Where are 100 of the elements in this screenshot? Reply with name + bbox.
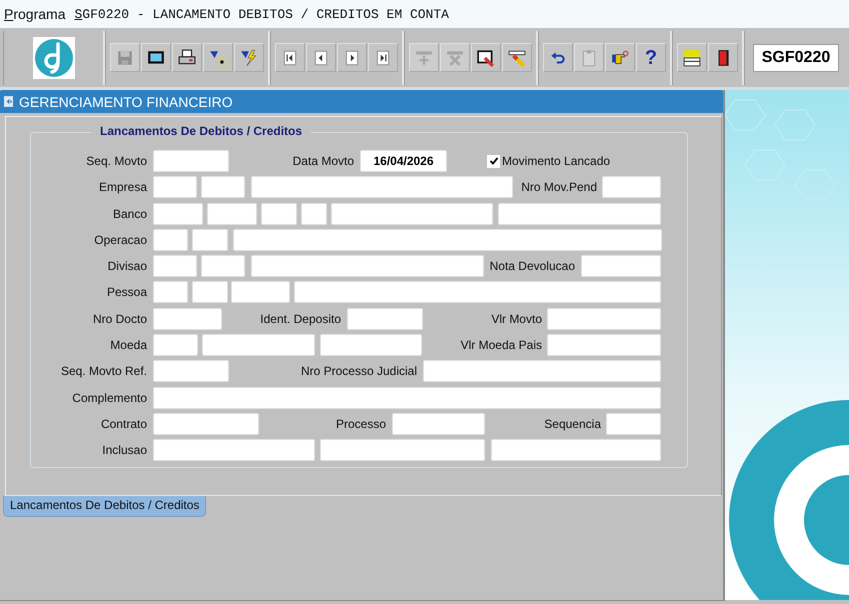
new-button[interactable] (677, 43, 707, 72)
last-icon (374, 48, 392, 66)
input-field[interactable] (602, 176, 661, 198)
query-button[interactable] (203, 43, 233, 72)
input-field[interactable] (192, 228, 228, 251)
input-field[interactable] (581, 255, 661, 278)
input-field[interactable] (301, 202, 327, 225)
help-button[interactable]: ? (636, 43, 666, 72)
window-icon (147, 48, 165, 66)
input-field[interactable] (251, 176, 513, 198)
prev-icon (312, 48, 330, 66)
window-icon (4, 96, 13, 107)
field-label: Nota Devolucao (488, 259, 575, 274)
input-field[interactable] (331, 202, 493, 225)
input-field[interactable] (201, 176, 245, 198)
input-field[interactable] (392, 412, 485, 435)
field-label: Operacao (93, 232, 147, 247)
checkbox[interactable] (487, 154, 500, 168)
program-code-field: SGF0220 (753, 44, 839, 72)
field-label: Ident. Deposito (259, 312, 341, 326)
window-button[interactable] (141, 43, 171, 72)
field-label: Sequencia (543, 416, 601, 431)
input-field[interactable] (153, 228, 188, 251)
input-field[interactable] (491, 439, 661, 462)
first-icon (281, 48, 299, 66)
input-field[interactable] (498, 202, 661, 225)
field-label: Nro Docto (92, 312, 147, 326)
input-field[interactable] (547, 308, 661, 330)
field-label: Nro Mov.Pend (520, 180, 597, 194)
edit-icon (477, 48, 495, 66)
input-field[interactable] (192, 281, 228, 304)
field-label: Data Movto (292, 154, 354, 168)
field-label: Nro Processo Judicial (300, 364, 417, 378)
program-label: Programa (4, 6, 66, 22)
input-field[interactable] (153, 281, 188, 304)
next-icon (343, 48, 361, 66)
input-field[interactable] (233, 228, 662, 251)
input-field[interactable] (251, 255, 484, 278)
input-field[interactable] (153, 176, 197, 198)
save-icon (116, 48, 134, 66)
tab[interactable]: Lancamentos De Debitos / Creditos (3, 496, 206, 517)
exit-button[interactable] (708, 43, 738, 72)
field-label: Processo (334, 416, 386, 431)
input-field[interactable] (231, 281, 290, 304)
input-field[interactable] (153, 360, 229, 382)
field-label: Moeda (109, 338, 147, 352)
field-label: Banco (112, 206, 147, 221)
insert-icon (415, 48, 433, 66)
input-field[interactable] (153, 412, 259, 435)
prev-button[interactable] (306, 43, 336, 72)
input-field[interactable] (153, 255, 197, 278)
input-field[interactable] (153, 386, 661, 409)
field-label: Contrato (100, 416, 147, 431)
execute-button[interactable] (234, 43, 264, 72)
input-field[interactable] (606, 412, 661, 435)
logo-icon (32, 36, 74, 78)
input-field[interactable] (202, 334, 315, 356)
input-field[interactable] (153, 334, 198, 356)
edit-button[interactable] (471, 43, 501, 72)
field-label: Divisao (106, 259, 147, 274)
input-field[interactable] (201, 255, 245, 278)
first-button[interactable] (275, 43, 305, 72)
eraser-button[interactable] (502, 43, 532, 72)
field-label: Inclusao (101, 443, 147, 458)
last-button[interactable] (368, 43, 398, 72)
checkbox-label: Movimento Lancado (502, 154, 610, 168)
field-label: Vlr Movto (490, 312, 542, 326)
field-label: Vlr Moeda Pais (460, 338, 542, 352)
input-field[interactable] (294, 281, 661, 304)
next-button[interactable] (337, 43, 367, 72)
query-icon (209, 48, 227, 66)
field-label: Seq. Movto (85, 154, 147, 168)
hand-icon (611, 48, 629, 66)
undo-button[interactable] (543, 43, 573, 72)
input-field[interactable] (153, 308, 222, 330)
program-title: SGF0220 - LANCAMENTO DEBITOS / CREDITOS EM CONTA (74, 6, 449, 22)
input-field[interactable] (347, 308, 423, 330)
delete-icon (446, 48, 464, 66)
field-label: Empresa (98, 180, 147, 194)
input-field[interactable] (261, 202, 297, 225)
print-icon (178, 48, 196, 66)
window-title: GERENCIAMENTO FINANCEIRO (19, 94, 233, 110)
input-field[interactable] (547, 334, 661, 356)
input-field[interactable] (320, 334, 422, 356)
input-field[interactable]: 16/04/2026 (360, 150, 447, 172)
new-icon (683, 48, 701, 66)
section-title: Lancamentos De Debitos / Creditos (91, 124, 312, 138)
hand-button[interactable] (605, 43, 635, 72)
input-field[interactable] (153, 439, 315, 462)
input-field[interactable] (320, 439, 485, 462)
field-label: Seq. Movto Ref. (60, 364, 147, 378)
execute-icon (240, 48, 258, 66)
input-field[interactable] (153, 150, 229, 172)
field-label: Complemento (71, 390, 147, 405)
eraser-icon (508, 48, 526, 66)
input-field[interactable] (423, 360, 661, 382)
print-button[interactable] (172, 43, 202, 72)
input-field[interactable] (153, 202, 203, 225)
clipboard-icon (580, 48, 598, 66)
input-field[interactable] (207, 202, 257, 225)
